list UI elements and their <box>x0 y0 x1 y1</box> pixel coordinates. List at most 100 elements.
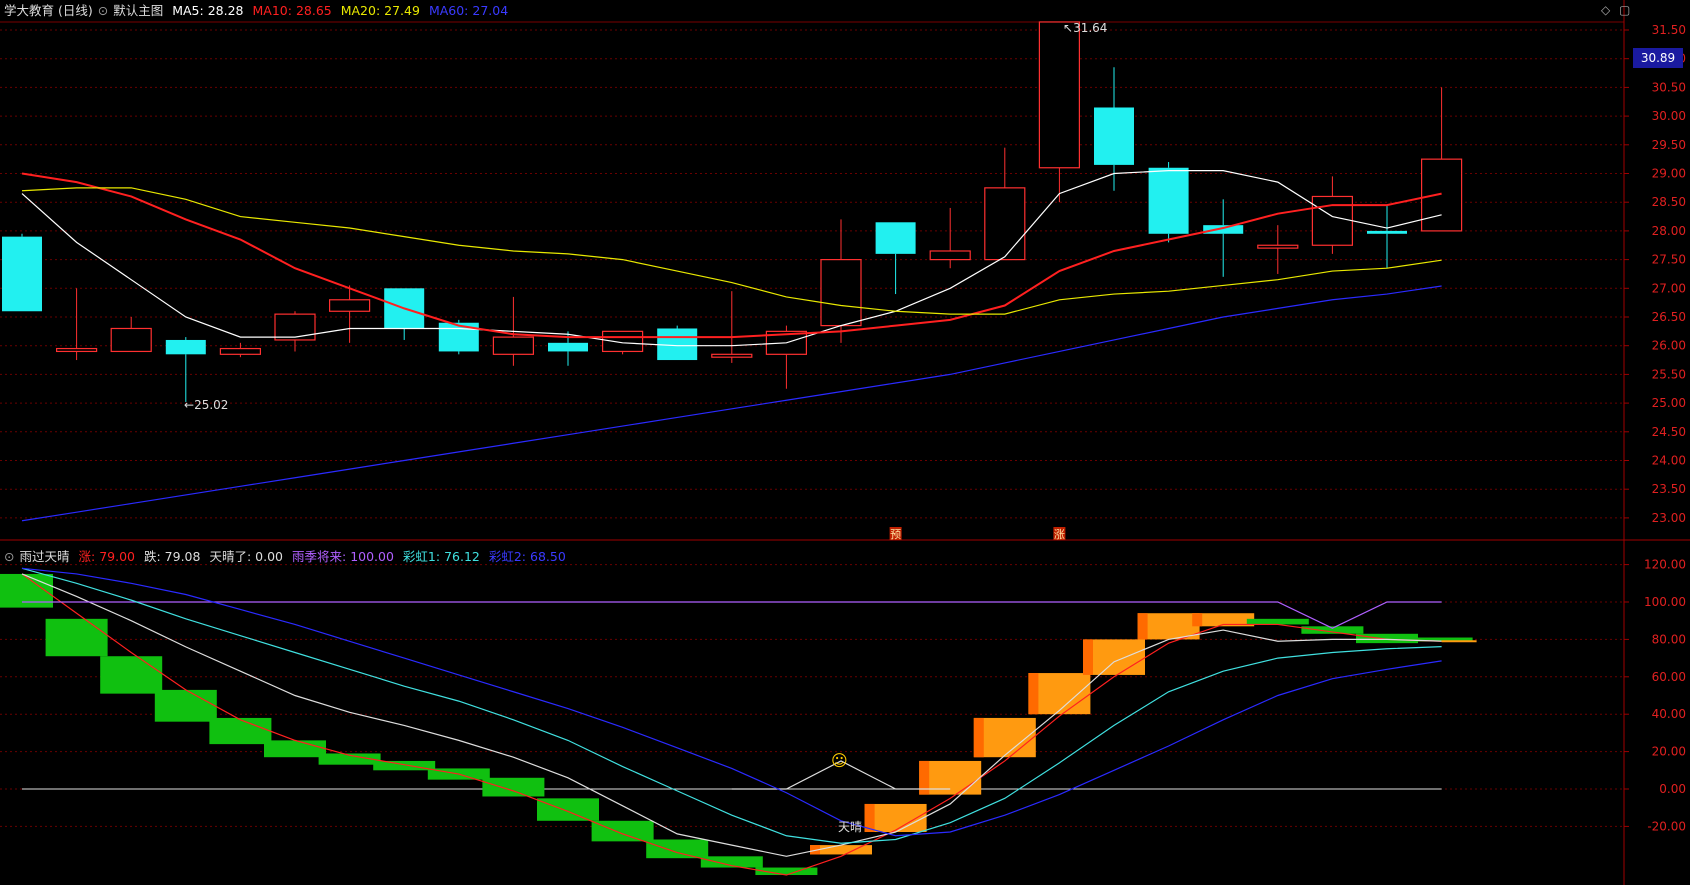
sun-bar-edge <box>1028 673 1039 715</box>
candle-body-down <box>1203 225 1244 234</box>
annotations: ↖31.64 ←25.02 天晴 ☺ <box>184 21 1107 834</box>
candle-body-up <box>601 330 644 353</box>
caihong2-label: 彩虹2: <box>488 549 527 564</box>
caihong1-label: 彩虹1: <box>402 549 441 564</box>
main-tick-label: 24.50 <box>1652 425 1686 439</box>
main-tick-label: 30.50 <box>1652 80 1686 94</box>
ma5-label: MA5: <box>172 3 204 18</box>
tianqing-legend: 天晴了: 0.00 <box>209 549 283 564</box>
die-legend: 跌: 79.08 <box>144 549 201 564</box>
indicator-line-彩虹1 <box>21 567 1442 844</box>
smiley-icon: ☺ <box>831 751 848 770</box>
sub-tick-label: 0.00 <box>1659 782 1686 796</box>
sub-tick-label: -20.00 <box>1647 819 1686 833</box>
candle-body-up <box>329 299 371 312</box>
candle-body-up <box>110 327 152 353</box>
candle-body-up <box>1257 244 1299 249</box>
candle-body-up <box>274 313 316 341</box>
main-tick-label: 27.50 <box>1652 253 1686 267</box>
rain-bar <box>482 777 545 797</box>
ma60-legend: MA60: 27.04 <box>429 3 508 18</box>
main-header: 学大教育 (日线) ⊙ 默认主图 MA5: 28.28 MA10: 28.65 MA… <box>0 0 513 22</box>
rain-bar <box>1301 626 1364 634</box>
ma60-label: MA60: <box>428 3 469 18</box>
tianqing-value: 0.00 <box>255 549 283 564</box>
main-tick-label: 28.50 <box>1652 195 1686 209</box>
caihong1-value: 76.12 <box>444 549 480 564</box>
sun-bar-edge <box>1192 613 1203 627</box>
main-tick-label: 27.00 <box>1652 281 1686 295</box>
rain-bar <box>45 618 108 657</box>
sub-tick-label: 60.00 <box>1652 670 1686 684</box>
low-annotation: ←25.02 <box>184 398 228 412</box>
candle-body-down <box>2 236 42 312</box>
sun-bar-edge <box>1137 613 1148 640</box>
main-tick-label: 23.00 <box>1652 511 1686 525</box>
ma5-value: 28.28 <box>207 3 244 18</box>
indicator-title[interactable]: 雨过天晴 <box>19 549 69 564</box>
rain-bar <box>154 689 217 722</box>
candle-body-down <box>1367 230 1407 234</box>
stock-title[interactable]: 学大教育 (日线) <box>4 3 93 18</box>
main-tick-label: 29.00 <box>1652 167 1686 181</box>
diamond-icon[interactable]: ◇ <box>1601 3 1610 17</box>
main-tick-label: 23.50 <box>1652 482 1686 496</box>
rain-bar <box>591 820 654 842</box>
ma20-value: 27.49 <box>384 3 420 18</box>
chevron-down-icon[interactable]: ⊙ <box>98 3 108 18</box>
yuji-label: 雨季将来: <box>291 549 347 564</box>
sub-bars <box>0 573 1473 876</box>
rain-bar <box>100 656 163 694</box>
sun-bar-edge <box>1083 639 1093 675</box>
main-tick-label: 26.00 <box>1652 339 1686 353</box>
zhang-legend: 涨: 79.00 <box>78 549 135 564</box>
rain-bar <box>537 798 599 821</box>
zhang-label: 涨: <box>78 549 96 564</box>
main-tick-label: 28.00 <box>1652 224 1686 238</box>
die-value: 79.08 <box>164 549 201 564</box>
tianqing-label: 天晴 <box>838 820 862 834</box>
chart-stage: 预 涨 23.00 23.50 24.00 24.50 25.00 25.50 26.00 26… <box>0 0 1690 885</box>
candle-body-up <box>1311 195 1354 246</box>
ma20-label: MA20: <box>340 3 381 18</box>
candle-body-up <box>1420 158 1463 232</box>
candle-body-up <box>219 347 261 355</box>
candle-body-down <box>875 222 916 254</box>
mode-label[interactable]: 默认主图 <box>113 3 163 18</box>
settings-icon[interactable]: ⊙ <box>4 549 14 564</box>
candle-body-up <box>1038 21 1081 169</box>
rain-bar <box>1356 633 1418 644</box>
die-label: 跌: <box>143 549 161 564</box>
caihong2-value: 68.50 <box>530 549 566 564</box>
sub-header: ⊙ 雨过天晴 涨: 79.00 跌: 79.08 天晴了: 0.00 雨季将来: … <box>0 546 571 568</box>
sub-tick-label: 100.00 <box>1644 595 1686 609</box>
candle-body-up <box>711 353 753 358</box>
sun-bar-edge <box>973 717 984 758</box>
caihong2-legend: 彩虹2: 68.50 <box>489 549 566 564</box>
main-tick-label: 29.50 <box>1652 138 1686 152</box>
signal-marker-text: 涨 <box>1054 528 1065 541</box>
sub-tick-label: 80.00 <box>1652 632 1686 646</box>
candle-body-up <box>984 187 1026 261</box>
ma10-legend: MA10: 28.65 <box>253 3 332 18</box>
ma5-legend: MA5: 28.28 <box>172 3 243 18</box>
signal-marker-text: 预 <box>890 528 901 541</box>
indicator-line-彩虹2 <box>21 567 1442 837</box>
ma60-value: 27.04 <box>472 3 509 18</box>
candle-body-down <box>165 339 206 355</box>
yuji-value: 100.00 <box>350 549 394 564</box>
ma10-label: MA10: <box>252 3 292 18</box>
candle-body-up <box>492 336 534 355</box>
candle-body-down <box>1094 107 1134 165</box>
candle-body-down <box>1148 167 1189 234</box>
high-annotation: ↖31.64 <box>1063 21 1107 35</box>
sub-tick-label: 120.00 <box>1644 558 1686 572</box>
candle-body-down <box>548 342 588 352</box>
rain-bar <box>646 839 709 859</box>
main-candles <box>2 21 1463 402</box>
sub-tick-label: 40.00 <box>1652 707 1686 721</box>
main-tick-label: 31.50 <box>1652 23 1686 37</box>
candle-body-up <box>820 259 862 327</box>
main-tick-label: 24.00 <box>1652 454 1686 468</box>
square-icon[interactable]: ▢ <box>1619 3 1630 17</box>
